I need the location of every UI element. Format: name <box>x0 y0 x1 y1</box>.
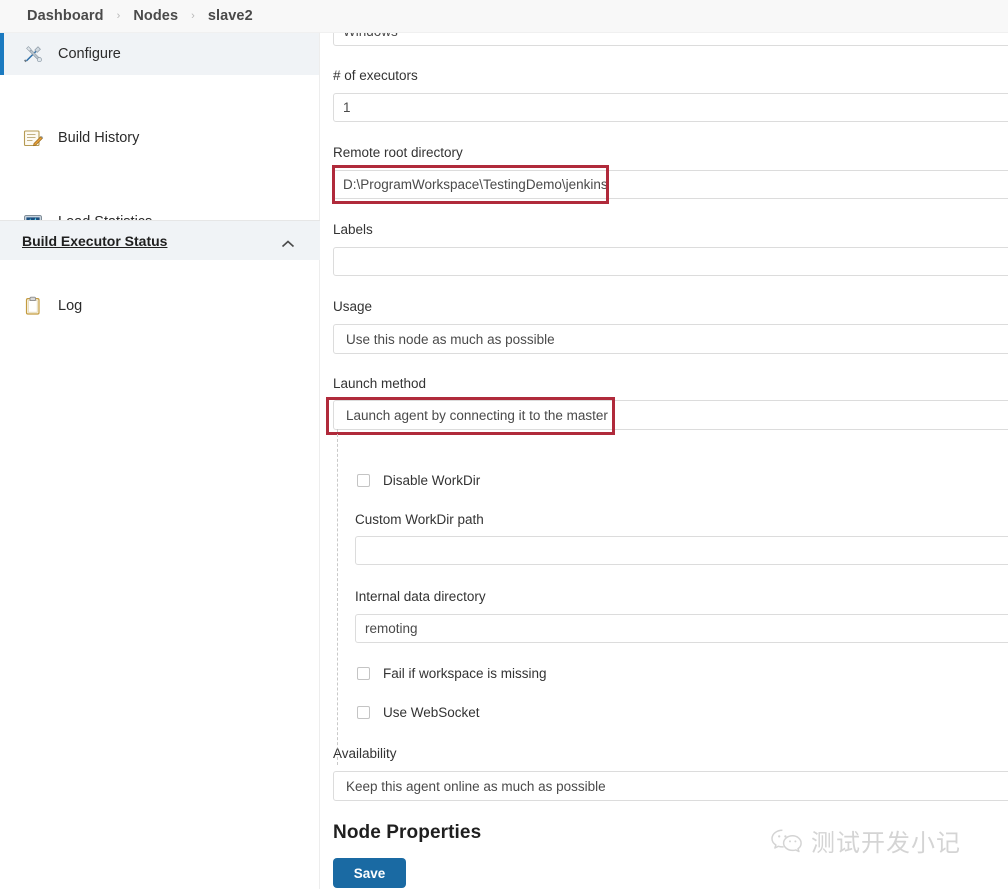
internal-data-directory-input[interactable]: remoting <box>355 614 1008 643</box>
use-websocket-checkbox[interactable] <box>357 706 370 719</box>
description-input[interactable]: Windows <box>333 33 1008 46</box>
node-configure-form: Windows # of executors 1 Remote root dir… <box>320 33 1008 889</box>
availability-label: Availability <box>333 746 397 761</box>
remote-root-directory-label: Remote root directory <box>333 145 463 160</box>
launch-method-options-guide <box>337 429 338 765</box>
breadcrumb-item-slave2[interactable]: slave2 <box>208 8 253 24</box>
breadcrumb-separator: › <box>191 9 195 22</box>
executors-label: # of executors <box>333 68 418 83</box>
wechat-icon <box>770 827 804 855</box>
sidebar: Configure Build History Log Build Execut… <box>0 33 320 889</box>
disable-workdir-label: Disable WorkDir <box>383 473 481 488</box>
remote-root-directory-input[interactable]: D:\ProgramWorkspace\TestingDemo\jenkins <box>333 170 1008 199</box>
watermark: 测试开发小记 <box>770 823 961 858</box>
jenkins-node-configure-page: Dashboard › Nodes › slave2 Configure Bui… <box>0 0 1008 889</box>
clipboard-icon <box>22 295 44 317</box>
build-executor-status-label: Build Executor Status <box>22 232 168 249</box>
use-websocket-checkbox-row[interactable]: Use WebSocket <box>357 705 480 720</box>
breadcrumb-item-dashboard[interactable]: Dashboard <box>27 8 104 24</box>
fail-if-workspace-missing-checkbox[interactable] <box>357 667 370 680</box>
launch-method-label: Launch method <box>333 376 427 391</box>
sidebar-item-label: Configure <box>58 46 121 62</box>
internal-data-directory-label: Internal data directory <box>355 589 486 604</box>
custom-workdir-path-label: Custom WorkDir path <box>355 512 484 527</box>
sidebar-item-label: Log <box>58 298 83 314</box>
fail-if-workspace-missing-checkbox-row[interactable]: Fail if workspace is missing <box>357 666 547 681</box>
notepad-pencil-icon <box>22 127 44 149</box>
breadcrumb: Dashboard › Nodes › slave2 <box>0 0 1008 33</box>
availability-select[interactable]: Keep this agent online as much as possib… <box>333 771 1008 801</box>
sidebar-item-log[interactable]: Log <box>0 285 319 327</box>
sidebar-item-label: Build History <box>58 130 140 146</box>
disable-workdir-checkbox[interactable] <box>357 474 370 487</box>
disable-workdir-checkbox-row[interactable]: Disable WorkDir <box>357 473 480 488</box>
breadcrumb-separator: › <box>116 9 121 22</box>
breadcrumb-item-nodes[interactable]: Nodes <box>133 8 178 24</box>
use-websocket-label: Use WebSocket <box>383 705 480 720</box>
chevron-up-icon[interactable] <box>280 236 296 247</box>
labels-label: Labels <box>333 222 373 237</box>
usage-select[interactable]: Use this node as much as possible <box>333 324 1008 354</box>
watermark-text: 测试开发小记 <box>811 829 961 857</box>
save-button[interactable]: Save <box>333 858 406 888</box>
labels-input[interactable] <box>333 247 1008 276</box>
usage-label: Usage <box>333 299 373 314</box>
launch-method-select[interactable]: Launch agent by connecting it to the mas… <box>333 400 1008 430</box>
build-executor-status-header[interactable]: Build Executor Status <box>0 220 320 260</box>
sidebar-item-configure[interactable]: Configure <box>0 33 319 75</box>
node-properties-title: Node Properties <box>333 822 482 843</box>
wrench-screwdriver-icon <box>22 43 44 65</box>
sidebar-item-build-history[interactable]: Build History <box>0 117 319 159</box>
custom-workdir-path-input[interactable] <box>355 536 1008 565</box>
executors-input[interactable]: 1 <box>333 93 1008 122</box>
fail-if-workspace-missing-label: Fail if workspace is missing <box>383 666 547 681</box>
